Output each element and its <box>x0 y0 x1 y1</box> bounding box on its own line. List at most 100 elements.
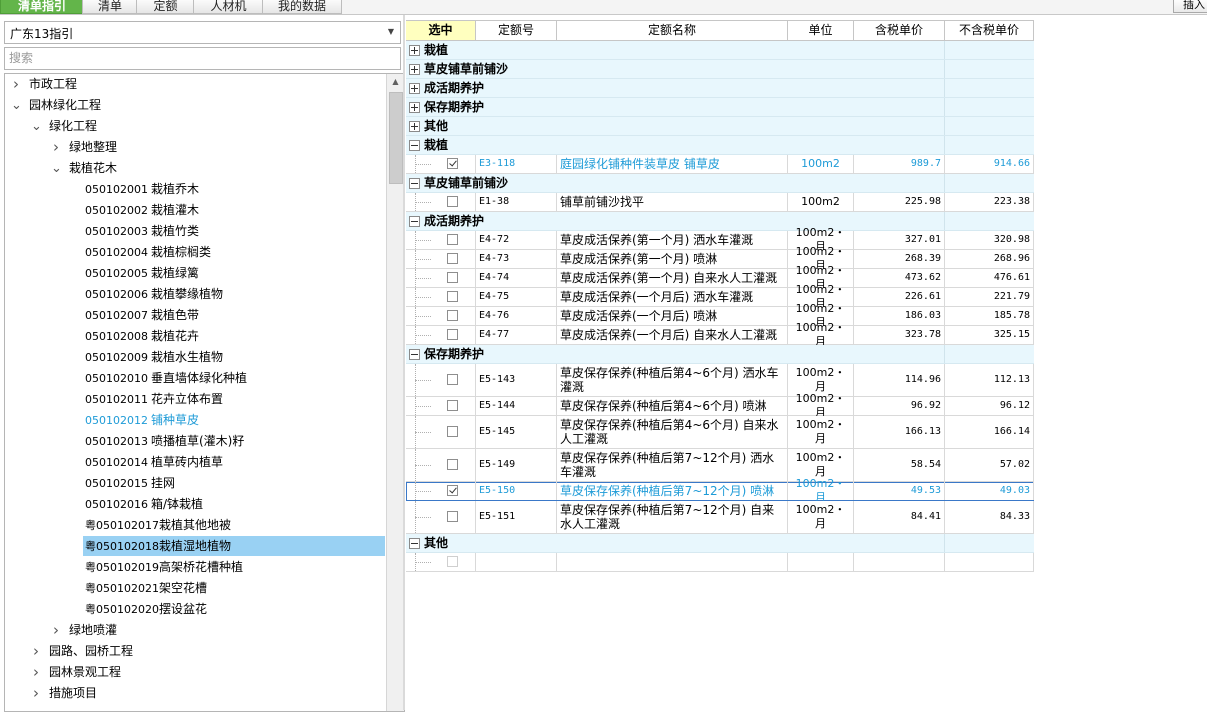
cell-select[interactable] <box>406 364 476 396</box>
group-row[interactable]: 保存期养护 <box>406 98 1034 117</box>
tree-node[interactable]: 粤050102018栽植湿地植物 <box>5 536 385 557</box>
tree-node[interactable]: › 园林景观工程 <box>5 662 385 683</box>
table-row[interactable]: E5-150 草皮保存保养(种植后第7~12个月) 喷淋 100m2・月 49.53 4… <box>406 477 1034 504</box>
group-row[interactable]: 草皮铺草前铺沙 <box>406 60 1034 79</box>
select-checkbox[interactable] <box>447 310 458 321</box>
column-header-price-tax[interactable]: 含税单价 <box>854 20 945 41</box>
table-row[interactable]: E5-143 草皮保存保养(种植后第4~6个月) 洒水车灌溉 100m2・月 114.… <box>406 364 1034 397</box>
tree-node[interactable]: 粤050102017栽植其他地被 <box>5 515 385 536</box>
select-checkbox[interactable] <box>447 556 458 567</box>
cell-select[interactable] <box>406 501 476 533</box>
chevron-right-icon[interactable]: › <box>31 641 41 662</box>
scroll-up-icon[interactable]: ▲ <box>387 74 404 90</box>
select-checkbox[interactable] <box>447 158 458 169</box>
table-row[interactable]: E4-76 草皮成活保养(一个月后) 喷淋 100m2・月 186.03 185.78 <box>406 302 1034 329</box>
tree-node[interactable]: › 市政工程 <box>5 74 385 95</box>
cell-select[interactable] <box>406 397 476 415</box>
table-row[interactable]: E5-151 草皮保存保养(种植后第7~12个月) 自来水人工灌溉 100m2・月 8… <box>406 501 1034 534</box>
table-row[interactable]: E3-118 庭园绿化铺种件装草皮 铺草皮 100m2 989.7 914.66 <box>406 155 1034 174</box>
chevron-right-icon[interactable]: › <box>51 620 61 641</box>
column-header-select[interactable]: 选中 <box>406 20 476 41</box>
select-checkbox[interactable] <box>447 272 458 283</box>
tree-node[interactable]: 050102001 栽植乔木 <box>5 179 385 200</box>
tab-0[interactable]: 清单指引 <box>0 0 84 14</box>
cell-select[interactable] <box>406 269 476 287</box>
cell-select[interactable] <box>406 155 476 173</box>
group-row[interactable]: 保存期养护 <box>406 345 1034 364</box>
group-row[interactable]: 其他 <box>406 117 1034 136</box>
tree-node[interactable]: 050102011 花卉立体布置 <box>5 389 385 410</box>
cell-select[interactable] <box>406 250 476 268</box>
tab-1[interactable]: 清单 <box>82 0 138 14</box>
select-checkbox[interactable] <box>447 459 458 470</box>
tree-node[interactable]: 050102016 箱/钵栽植 <box>5 494 385 515</box>
table-row[interactable]: E5-149 草皮保存保养(种植后第7~12个月) 洒水车灌溉 100m2・月 58.… <box>406 449 1034 482</box>
tree-node[interactable]: 050102010 垂直墙体绿化种植 <box>5 368 385 389</box>
group-row[interactable]: 栽植 <box>406 41 1034 60</box>
group-row[interactable]: 成活期养护 <box>406 212 1034 231</box>
expand-icon[interactable] <box>409 83 420 94</box>
tree-node[interactable]: 050102015 挂网 <box>5 473 385 494</box>
tree-node[interactable]: 050102012 铺种草皮 <box>5 410 385 431</box>
expand-icon[interactable] <box>409 102 420 113</box>
cell-select[interactable] <box>406 553 476 571</box>
table-row[interactable]: E4-74 草皮成活保养(第一个月) 自来水人工灌溉 100m2・月 473.62 47… <box>406 264 1034 291</box>
tree-node[interactable]: 050102004 栽植棕榈类 <box>5 242 385 263</box>
chevron-right-icon[interactable]: › <box>31 683 41 704</box>
chevron-down-icon[interactable]: ⌄ <box>11 95 22 116</box>
tree-node[interactable]: 050102013 喷播植草(灌木)籽 <box>5 431 385 452</box>
select-checkbox[interactable] <box>447 234 458 245</box>
chevron-right-icon[interactable]: › <box>51 137 61 158</box>
group-row[interactable]: 成活期养护 <box>406 79 1034 98</box>
tree-node[interactable]: 050102003 栽植竹类 <box>5 221 385 242</box>
chevron-down-icon[interactable]: ▼ <box>384 23 398 41</box>
tree-node[interactable]: 粤050102019高架桥花槽种植 <box>5 557 385 578</box>
column-header-price-notax[interactable]: 不含税单价 <box>945 20 1034 41</box>
column-header-name[interactable]: 定额名称 <box>557 20 788 41</box>
tab-2[interactable]: 定额 <box>136 0 195 14</box>
collapse-icon[interactable] <box>409 140 420 151</box>
cell-select[interactable] <box>406 449 476 481</box>
cell-select[interactable] <box>406 307 476 325</box>
expand-icon[interactable] <box>409 121 420 132</box>
column-header-code[interactable]: 定额号 <box>476 20 557 41</box>
cell-select[interactable] <box>406 482 476 500</box>
table-row[interactable]: E4-72 草皮成活保养(第一个月) 洒水车灌溉 100m2・月 327.01 320.… <box>406 226 1034 253</box>
tree-node[interactable]: ⌄ 栽植花木 <box>5 158 385 179</box>
column-header-unit[interactable]: 单位 <box>788 20 854 41</box>
table-row[interactable]: E1-38 铺草前铺沙找平 100m2 225.98 223.38 <box>406 193 1034 212</box>
cell-select[interactable] <box>406 326 476 344</box>
cell-select[interactable] <box>406 288 476 306</box>
table-row[interactable]: E4-73 草皮成活保养(第一个月) 喷淋 100m2・月 268.39 268.96 <box>406 245 1034 272</box>
tree-node[interactable]: 050102009 栽植水生植物 <box>5 347 385 368</box>
select-checkbox[interactable] <box>447 400 458 411</box>
collapse-icon[interactable] <box>409 178 420 189</box>
table-row[interactable]: E4-77 草皮成活保养(一个月后) 自来水人工灌溉 100m2・月 323.78 32… <box>406 321 1034 348</box>
select-checkbox[interactable] <box>447 426 458 437</box>
table-row[interactable] <box>406 553 1034 572</box>
select-checkbox[interactable] <box>447 253 458 264</box>
search-input[interactable] <box>5 48 389 67</box>
cell-select[interactable] <box>406 231 476 249</box>
tree-node[interactable]: 050102014 植草砖内植草 <box>5 452 385 473</box>
select-checkbox[interactable] <box>447 329 458 340</box>
table-row[interactable]: E5-144 草皮保存保养(种植后第4~6个月) 喷淋 100m2・月 96.92 96… <box>406 392 1034 419</box>
select-checkbox[interactable] <box>447 291 458 302</box>
group-row[interactable]: 其他 <box>406 534 1034 553</box>
collapse-icon[interactable] <box>409 349 420 360</box>
guide-library-select[interactable]: 广东13指引 ▼ <box>4 21 401 44</box>
collapse-icon[interactable] <box>409 538 420 549</box>
select-checkbox[interactable] <box>447 485 458 496</box>
group-row[interactable]: 栽植 <box>406 136 1034 155</box>
tab-4[interactable]: 我的数据 <box>262 0 342 14</box>
collapse-icon[interactable] <box>409 216 420 227</box>
tree-scrollbar[interactable]: ▲ <box>386 74 404 711</box>
tree-node[interactable]: 050102006 栽植攀缘植物 <box>5 284 385 305</box>
tree-node[interactable]: › 措施项目 <box>5 683 385 704</box>
tree-node[interactable]: 粤050102021架空花槽 <box>5 578 385 599</box>
tree-node[interactable]: 050102005 栽植绿篱 <box>5 263 385 284</box>
chevron-down-icon[interactable]: ⌄ <box>51 158 62 179</box>
cell-select[interactable] <box>406 416 476 448</box>
cell-select[interactable] <box>406 193 476 211</box>
expand-icon[interactable] <box>409 45 420 56</box>
